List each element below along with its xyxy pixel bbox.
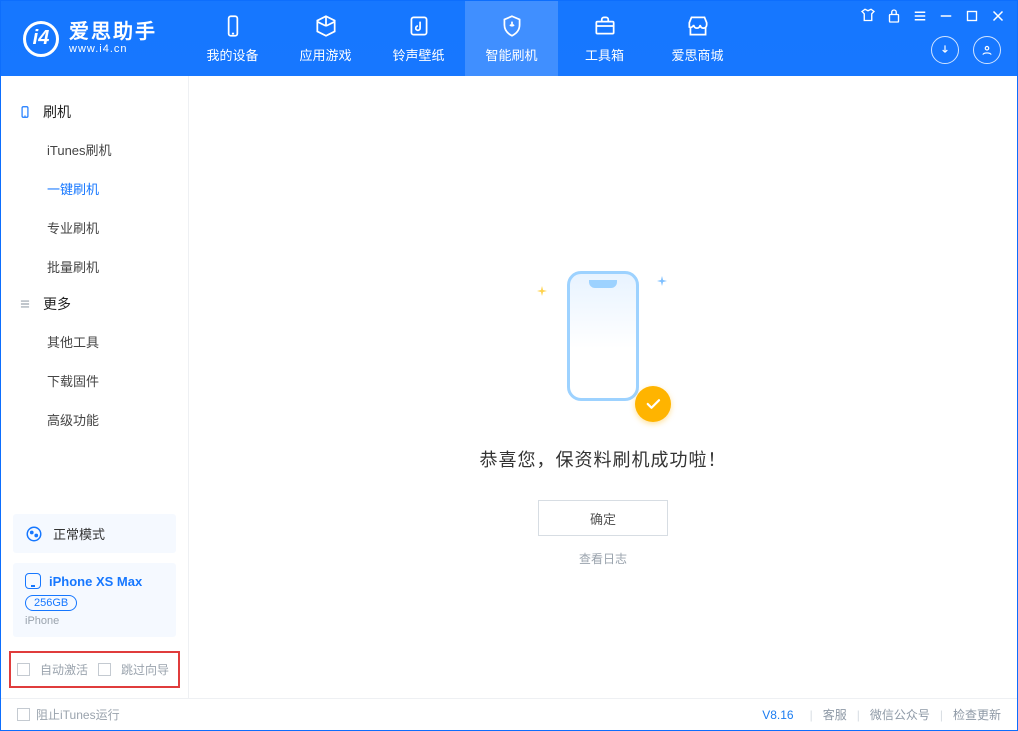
- footer-link-support[interactable]: 客服: [823, 706, 847, 723]
- download-button[interactable]: [931, 36, 959, 64]
- app-window: i4 爱思助手 www.i4.cn 我的设备应用游戏铃声壁纸智能刷机工具箱爱思商…: [0, 0, 1018, 731]
- device-mode[interactable]: 正常模式: [13, 514, 176, 553]
- sidebar: 刷机iTunes刷机一键刷机专业刷机批量刷机更多其他工具下载固件高级功能 正常模…: [1, 76, 189, 698]
- shield-icon: [499, 13, 525, 39]
- window-controls: [849, 1, 1017, 31]
- success-illustration: [543, 256, 663, 416]
- tab-toolbox[interactable]: 工具箱: [558, 1, 651, 76]
- view-log-link[interactable]: 查看日志: [579, 550, 627, 567]
- version: V8.16: [762, 708, 793, 722]
- device-type: iPhone: [25, 615, 164, 627]
- tab-store[interactable]: 爱思商城: [651, 1, 744, 76]
- body: 刷机iTunes刷机一键刷机专业刷机批量刷机更多其他工具下载固件高级功能 正常模…: [1, 76, 1017, 698]
- auto-activate-label: 自动激活: [40, 661, 88, 678]
- phone-icon: [17, 104, 33, 120]
- ok-button[interactable]: 确定: [538, 500, 668, 536]
- footer-link-wechat[interactable]: 微信公众号: [870, 706, 930, 723]
- main-content: 恭喜您，保资料刷机成功啦！ 确定 查看日志: [189, 76, 1017, 698]
- block-itunes-checkbox[interactable]: [17, 708, 30, 721]
- tab-music[interactable]: 铃声壁纸: [372, 1, 465, 76]
- store-icon: [685, 13, 711, 39]
- block-itunes-label: 阻止iTunes运行: [36, 706, 120, 723]
- success-message: 恭喜您，保资料刷机成功啦！: [480, 446, 727, 472]
- tab-device[interactable]: 我的设备: [186, 1, 279, 76]
- phone-icon: [25, 573, 41, 589]
- profile-button[interactable]: [973, 36, 1001, 64]
- logo: i4 爱思助手 www.i4.cn: [1, 21, 186, 57]
- toolbox-icon: [592, 13, 618, 39]
- sidebar-item[interactable]: 专业刷机: [1, 208, 188, 247]
- device-icon: [220, 13, 246, 39]
- list-icon: [17, 296, 33, 312]
- sidebar-item[interactable]: 批量刷机: [1, 247, 188, 286]
- shirt-icon[interactable]: [859, 7, 877, 25]
- sidebar-item[interactable]: 其他工具: [1, 322, 188, 361]
- menu-icon[interactable]: [911, 7, 929, 25]
- tab-shield[interactable]: 智能刷机: [465, 1, 558, 76]
- header: i4 爱思助手 www.i4.cn 我的设备应用游戏铃声壁纸智能刷机工具箱爱思商…: [1, 1, 1017, 76]
- header-actions: [931, 36, 1001, 64]
- skip-guide-label: 跳过向导: [121, 661, 169, 678]
- device-info[interactable]: iPhone XS Max 256GB iPhone: [13, 563, 176, 637]
- maximize-button[interactable]: [963, 7, 981, 25]
- sidebar-item[interactable]: iTunes刷机: [1, 130, 188, 169]
- auto-activate-checkbox[interactable]: [17, 663, 30, 676]
- sidebar-section-title: 刷机: [1, 94, 188, 130]
- cube-icon: [313, 13, 339, 39]
- footer: 阻止iTunes运行 V8.16 | 客服 | 微信公众号 | 检查更新: [1, 698, 1017, 730]
- check-icon: [635, 386, 671, 422]
- storage-badge: 256GB: [25, 595, 77, 611]
- sidebar-item[interactable]: 下载固件: [1, 361, 188, 400]
- skip-guide-checkbox[interactable]: [98, 663, 111, 676]
- app-name: 爱思助手: [69, 22, 157, 42]
- device-name: iPhone XS Max: [49, 574, 142, 589]
- mode-icon: [25, 525, 43, 543]
- flash-options: 自动激活 跳过向导: [9, 651, 180, 688]
- music-icon: [406, 13, 432, 39]
- footer-link-update[interactable]: 检查更新: [953, 706, 1001, 723]
- sidebar-item[interactable]: 一键刷机: [1, 169, 188, 208]
- sidebar-section-title: 更多: [1, 286, 188, 322]
- logo-icon: i4: [23, 21, 59, 57]
- app-url: www.i4.cn: [69, 44, 157, 55]
- header-tabs: 我的设备应用游戏铃声壁纸智能刷机工具箱爱思商城: [186, 1, 744, 76]
- tab-cube[interactable]: 应用游戏: [279, 1, 372, 76]
- minimize-button[interactable]: [937, 7, 955, 25]
- mode-text: 正常模式: [53, 524, 105, 543]
- sidebar-item[interactable]: 高级功能: [1, 400, 188, 439]
- close-button[interactable]: [989, 7, 1007, 25]
- lock-icon[interactable]: [885, 7, 903, 25]
